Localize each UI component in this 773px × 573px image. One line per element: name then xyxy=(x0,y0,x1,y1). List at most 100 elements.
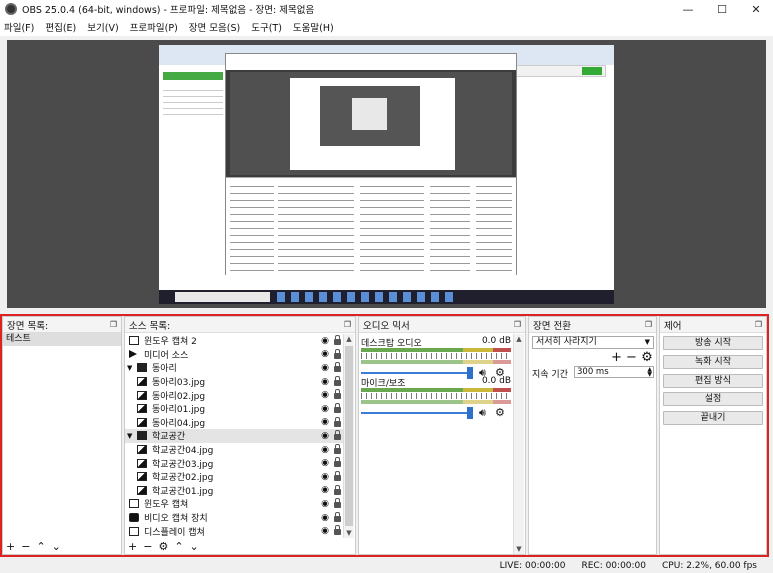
maximize-button[interactable]: ☐ xyxy=(705,0,739,18)
lock-icon[interactable] xyxy=(334,375,341,386)
add-scene-icon[interactable]: + xyxy=(6,540,15,553)
menu-help[interactable]: 도움말(H) xyxy=(293,20,334,34)
visibility-eye-icon[interactable]: ◉ xyxy=(321,526,329,536)
dock-float-icon[interactable]: ❐ xyxy=(645,320,652,329)
scroll-up-icon[interactable]: ▲ xyxy=(514,334,524,344)
dock-float-icon[interactable]: ❐ xyxy=(110,320,117,329)
scene-item[interactable]: 테스트 xyxy=(3,333,121,346)
source-row[interactable]: 윈도우 캡쳐 2 ◉ xyxy=(125,334,343,348)
start-recording-button[interactable]: 녹화 시작 xyxy=(663,355,763,369)
source-row[interactable]: 미디어 소스 ◉ xyxy=(125,348,343,362)
lock-icon[interactable] xyxy=(334,362,341,373)
lock-icon[interactable] xyxy=(334,443,341,454)
gear-icon[interactable]: ⚙ xyxy=(495,406,505,419)
studio-mode-button[interactable]: 편집 방식 xyxy=(663,374,763,388)
source-row[interactable]: 동아리02.jpg ◉ xyxy=(125,388,343,402)
mixer-title: 오디오 믹서 xyxy=(363,320,410,332)
source-row[interactable]: 동아리04.jpg ◉ xyxy=(125,416,343,430)
mixer-scrollbar[interactable]: ▲ ▼ xyxy=(513,334,524,554)
preview-canvas[interactable] xyxy=(7,40,766,308)
move-down-icon[interactable]: ⌄ xyxy=(190,540,199,553)
visibility-eye-icon[interactable]: ◉ xyxy=(321,349,329,359)
visibility-eye-icon[interactable]: ◉ xyxy=(321,431,329,441)
source-group-row[interactable]: ▼ 동아리 ◉ xyxy=(125,361,343,375)
lock-icon[interactable] xyxy=(334,525,341,536)
lock-icon[interactable] xyxy=(334,335,341,345)
volume-slider[interactable] xyxy=(361,412,473,414)
source-row[interactable]: 학교공간02.jpg ◉ xyxy=(125,470,343,484)
start-streaming-button[interactable]: 방송 시작 xyxy=(663,336,763,350)
menu-view[interactable]: 보기(V) xyxy=(87,20,118,34)
transition-select[interactable]: 서서히 사라지기 ▼ xyxy=(532,336,654,349)
visibility-eye-icon[interactable]: ◉ xyxy=(321,472,329,482)
source-row[interactable]: 윈도우 캡쳐 ◉ xyxy=(125,497,343,511)
lock-icon[interactable] xyxy=(334,511,341,522)
visibility-eye-icon[interactable]: ◉ xyxy=(321,485,329,495)
source-row[interactable]: 학교공간03.jpg ◉ xyxy=(125,456,343,470)
speaker-icon[interactable]: 🔊︎ xyxy=(479,406,486,420)
visibility-eye-icon[interactable]: ◉ xyxy=(321,404,329,414)
remove-transition-icon[interactable]: − xyxy=(626,350,637,365)
menu-tools[interactable]: 도구(T) xyxy=(251,20,282,34)
chevron-down-icon[interactable]: ▼ xyxy=(127,364,135,372)
source-row[interactable]: 비디오 캡쳐 장치 ◉ xyxy=(125,511,343,525)
duration-value: 300 ms xyxy=(577,367,609,377)
sources-scrollbar[interactable]: ▲ ▼ xyxy=(343,334,354,538)
lock-icon[interactable] xyxy=(334,402,341,413)
visibility-eye-icon[interactable]: ◉ xyxy=(321,377,329,387)
menu-profile[interactable]: 프로파일(P) xyxy=(130,20,178,34)
visibility-eye-icon[interactable]: ◉ xyxy=(321,336,329,346)
menu-scene-collection[interactable]: 장면 모음(S) xyxy=(189,20,240,34)
duration-spinbox[interactable]: 300 ms ▲ ▼ xyxy=(574,366,654,378)
dock-float-icon[interactable]: ❐ xyxy=(344,320,351,329)
add-transition-icon[interactable]: + xyxy=(611,350,622,365)
dock-float-icon[interactable]: ❐ xyxy=(514,320,521,329)
scenes-toolbar: + − ⌃ ⌄ xyxy=(3,538,121,554)
chevron-down-icon[interactable]: ▼ xyxy=(127,432,135,440)
lock-icon[interactable] xyxy=(334,416,341,427)
scroll-down-icon[interactable]: ▼ xyxy=(514,544,524,554)
move-down-icon[interactable]: ⌄ xyxy=(52,540,61,553)
lock-icon[interactable] xyxy=(334,389,341,400)
menu-edit[interactable]: 편집(E) xyxy=(45,20,76,34)
visibility-eye-icon[interactable]: ◉ xyxy=(321,363,329,373)
visibility-eye-icon[interactable]: ◉ xyxy=(321,458,329,468)
visibility-eye-icon[interactable]: ◉ xyxy=(321,445,329,455)
remove-scene-icon[interactable]: − xyxy=(21,540,30,553)
visibility-eye-icon[interactable]: ◉ xyxy=(321,390,329,400)
source-name: 미디어 소스 xyxy=(144,350,189,361)
source-row[interactable]: 학교공간04.jpg ◉ xyxy=(125,443,343,457)
scroll-thumb[interactable] xyxy=(345,346,353,526)
exit-button[interactable]: 끝내기 xyxy=(663,411,763,425)
scroll-up-icon[interactable]: ▲ xyxy=(344,334,354,344)
lock-icon[interactable] xyxy=(334,498,341,509)
visibility-eye-icon[interactable]: ◉ xyxy=(321,513,329,523)
lock-icon[interactable] xyxy=(334,484,341,495)
move-up-icon[interactable]: ⌃ xyxy=(36,540,45,553)
source-row[interactable]: 동아리03.jpg ◉ xyxy=(125,375,343,389)
lock-icon[interactable] xyxy=(334,348,341,359)
dock-float-icon[interactable]: ❐ xyxy=(755,320,762,329)
visibility-eye-icon[interactable]: ◉ xyxy=(321,417,329,427)
menu-file[interactable]: 파일(F) xyxy=(4,20,34,34)
source-row[interactable]: 학교공간01.jpg ◉ xyxy=(125,484,343,498)
source-row[interactable]: 동아리01.jpg ◉ xyxy=(125,402,343,416)
source-group-row[interactable]: ▼ 학교공간 ◉ xyxy=(125,429,343,443)
minimize-button[interactable]: — xyxy=(671,0,705,18)
gear-icon[interactable]: ⚙ xyxy=(641,350,653,365)
lock-icon[interactable] xyxy=(334,470,341,481)
add-source-icon[interactable]: + xyxy=(128,540,137,553)
gear-icon[interactable]: ⚙ xyxy=(158,540,168,553)
volume-slider-handle[interactable] xyxy=(467,407,473,419)
volume-slider[interactable] xyxy=(361,372,473,374)
source-row[interactable]: 디스플레이 캡쳐 ◉ xyxy=(125,524,343,538)
scroll-down-icon[interactable]: ▼ xyxy=(344,528,354,538)
move-up-icon[interactable]: ⌃ xyxy=(174,540,183,553)
close-button[interactable]: ✕ xyxy=(739,0,773,18)
lock-icon[interactable] xyxy=(334,457,341,468)
spin-arrows-icon[interactable]: ▲ ▼ xyxy=(647,367,652,378)
visibility-eye-icon[interactable]: ◉ xyxy=(321,499,329,509)
settings-button[interactable]: 설정 xyxy=(663,392,763,406)
lock-icon[interactable] xyxy=(334,430,341,441)
remove-source-icon[interactable]: − xyxy=(143,540,152,553)
